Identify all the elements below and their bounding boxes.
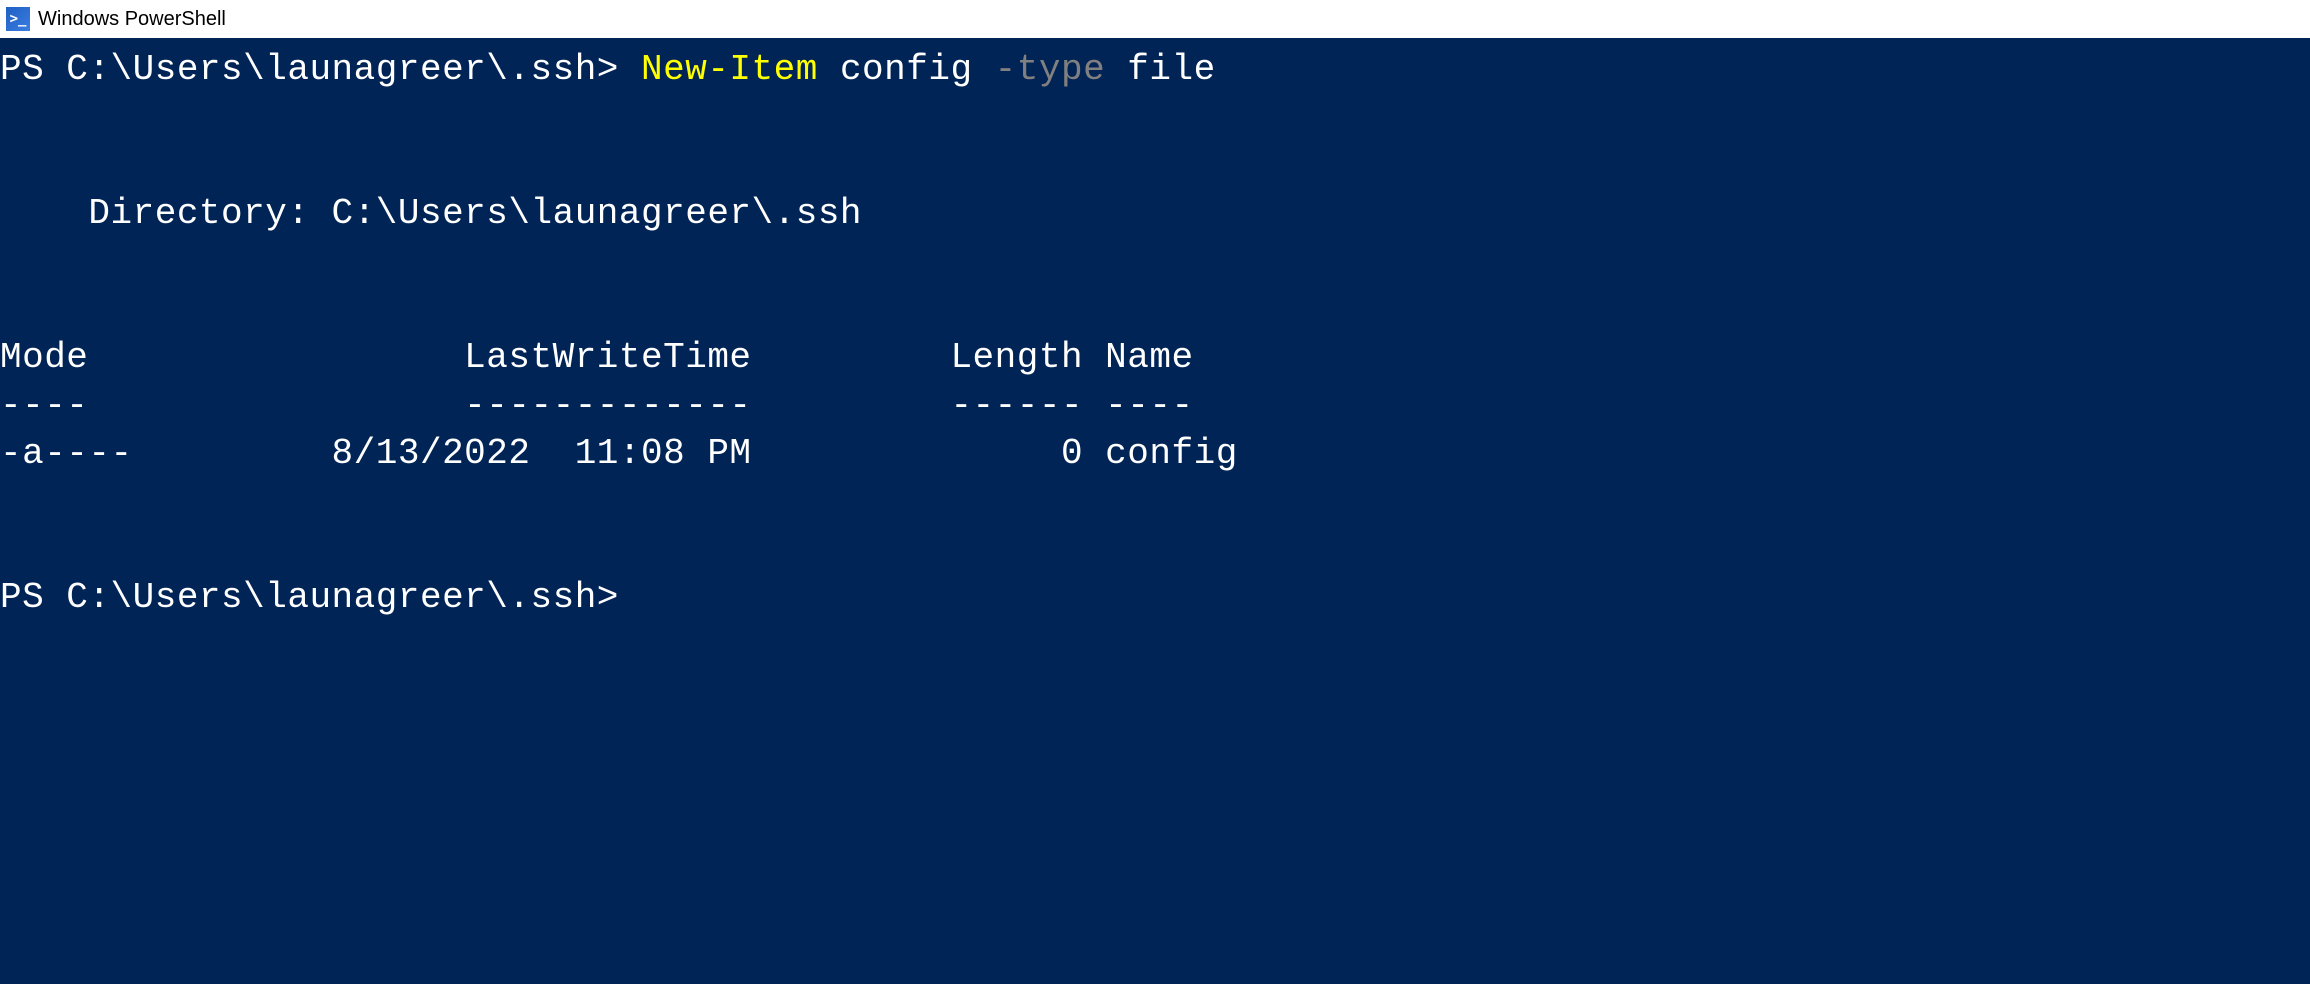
prompt-line-1: PS C:\Users\launagreer\.ssh> bbox=[0, 49, 641, 90]
table-header: Mode LastWriteTime Length Name bbox=[0, 337, 1194, 378]
command-cmdlet: New-Item bbox=[641, 49, 818, 90]
command-param: -type bbox=[995, 49, 1106, 90]
powershell-icon: >_ bbox=[6, 7, 30, 31]
directory-line: Directory: C:\Users\launagreer\.ssh bbox=[0, 193, 862, 234]
table-divider: ---- ------------- ------ ---- bbox=[0, 385, 1194, 426]
prompt-line-2: PS C:\Users\launagreer\.ssh> bbox=[0, 577, 619, 618]
title-bar: >_ Windows PowerShell bbox=[0, 0, 2310, 38]
table-row: -a---- 8/13/2022 11:08 PM 0 config bbox=[0, 433, 1238, 474]
powershell-icon-glyph: >_ bbox=[10, 12, 27, 26]
command-arg-2: file bbox=[1105, 49, 1216, 90]
terminal-area[interactable]: PS C:\Users\launagreer\.ssh> New-Item co… bbox=[0, 38, 2310, 984]
command-arg-1: config bbox=[818, 49, 995, 90]
window-title: Windows PowerShell bbox=[38, 8, 226, 31]
